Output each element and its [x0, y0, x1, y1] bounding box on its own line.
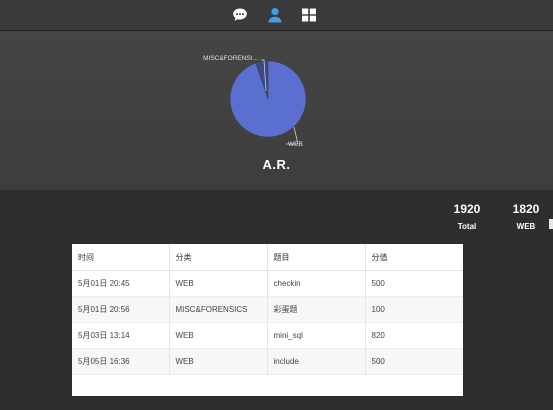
column-header-category: 分类: [169, 244, 268, 271]
chat-icon[interactable]: [232, 7, 248, 23]
cell-time: 5月05日 16:36: [72, 348, 170, 375]
cell-category: WEB: [169, 348, 268, 375]
stat-web-label: WEB: [516, 222, 536, 231]
cell-challenge: include: [267, 348, 366, 375]
stat-web-value: 1820: [512, 202, 540, 216]
table-row: 5月05日 16:36 WEB include 500: [72, 348, 463, 375]
category-pie-chart: MISC&FORENSI... WEB: [203, 55, 307, 148]
user-icon[interactable]: [267, 7, 283, 23]
cell-challenge: checkin: [267, 270, 366, 297]
team-name: A.R.: [262, 157, 291, 172]
table-header-row: 时间 分类 题目 分值: [72, 244, 463, 271]
cell-time: 5月01日 20:45: [72, 270, 170, 297]
cell-category: WEB: [169, 270, 268, 297]
top-navbar: [0, 0, 553, 31]
stat-total-label: Total: [457, 222, 477, 231]
cell-time: 5月03日 13:14: [72, 322, 170, 349]
table-row: 5月03日 13:14 WEB mini_sql 820: [72, 322, 463, 349]
table-row: 5月01日 20:56 MISC&FORENSICS 彩蛋题 100: [72, 296, 463, 323]
cell-score: 100: [365, 296, 463, 323]
cell-challenge: mini_sql: [267, 322, 366, 349]
stat-total-value: 1920: [453, 202, 481, 216]
pie-slice-web: [229, 60, 307, 138]
cell-category: WEB: [169, 322, 268, 349]
solves-table: 时间 分类 题目 分值 5月01日 20:45 WEB checkin 500 …: [72, 244, 463, 375]
grid-icon[interactable]: [301, 7, 317, 23]
table-row: 5月01日 20:45 WEB checkin 500: [72, 270, 463, 297]
solves-table-card: 时间 分类 题目 分值 5月01日 20:45 WEB checkin 500 …: [72, 244, 463, 396]
stat-web: 1820 WEB: [501, 202, 551, 231]
pie-label-web: WEB: [288, 141, 303, 148]
team-header: MISC&FORENSI... WEB A.R.: [0, 31, 553, 190]
pie-label-misc: MISC&FORENSI...: [203, 55, 258, 62]
column-header-challenge: 题目: [267, 244, 366, 271]
cell-challenge: 彩蛋题: [267, 296, 366, 323]
stat-total: 1920 Total: [442, 202, 492, 231]
cell-category: MISC&FORENSICS: [169, 296, 268, 323]
stat-overflow-fragment: [549, 219, 553, 229]
column-header-score: 分值: [365, 244, 463, 271]
cell-score: 500: [365, 270, 463, 297]
cell-time: 5月01日 20:56: [72, 296, 170, 323]
cell-score: 500: [365, 348, 463, 375]
column-header-time: 时间: [72, 244, 170, 271]
cell-score: 820: [365, 322, 463, 349]
